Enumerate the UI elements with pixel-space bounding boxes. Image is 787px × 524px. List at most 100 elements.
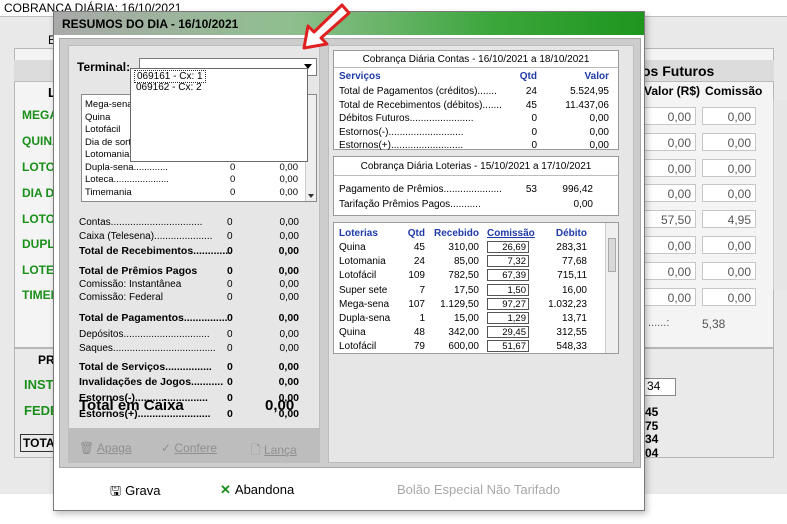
contas-header: Cobrança Diária Contas - 16/10/2021 a 18… (362, 54, 590, 65)
background-comissao-cell[interactable]: 0,00 (702, 236, 756, 254)
background-valor-cell[interactable]: 0,00 (642, 287, 696, 306)
background-total-dots: ......: (648, 317, 670, 329)
background-lower-label: INST (24, 377, 54, 392)
background-total-value: 5,38 (702, 317, 726, 331)
loteria-name: Lotofácil (339, 270, 377, 282)
summary-row: Contas................................. 0… (79, 217, 299, 228)
scroll-down-icon[interactable] (308, 194, 314, 198)
summary-row: Comissão: Instantânea 0 0,00 (79, 279, 299, 290)
background-lower-number: 34 (645, 432, 659, 446)
background-col-valor: Valor (R$) (644, 84, 701, 98)
background-comissao-cell[interactable]: 0,00 (702, 158, 756, 177)
background-valor-cell[interactable]: 0,00 (642, 132, 696, 151)
summary-valor: 0,00 (279, 217, 299, 228)
loteria-comissao-field[interactable]: 97,27 (487, 297, 529, 310)
loteria-comissao-field[interactable]: 67,39 (487, 269, 529, 282)
summary-valor: 0,00 (278, 361, 299, 373)
col-loterias: Loterias (339, 228, 378, 239)
summary-qtd: 0 (227, 392, 233, 404)
pagamento-premios-valor: 996,42 (562, 184, 593, 195)
background-comissao-cell[interactable]: 0,00 (702, 184, 756, 203)
game-list-item[interactable]: Loteca..................... 0 0,00 (85, 174, 310, 186)
loteria-comissao-field[interactable]: 1,50 (487, 283, 529, 296)
summary-qtd: 0 (227, 245, 233, 257)
game-name: Dupla-sena............. (85, 161, 168, 173)
summary-valor: 0,00 (278, 265, 299, 277)
background-valor-cell[interactable]: 0,00 (642, 236, 696, 254)
summary-row: Caixa (Telesena)..................... 0 0,… (79, 231, 299, 242)
trash-icon: 🗑 (79, 441, 95, 455)
apaga-button[interactable]: 🗑 Apaga (79, 441, 132, 455)
contas-row: Total de Recebimentos (débitos)....... 45… (339, 100, 613, 111)
game-name: Lotofácil (85, 124, 121, 135)
loteria-comissao-field[interactable]: 51,67 (487, 340, 529, 353)
loterias-scrollbar[interactable] (605, 223, 618, 353)
loteria-name: Mega-sena (339, 298, 390, 310)
grava-button[interactable]: 🖫 Grava (110, 482, 160, 504)
background-valor-cell[interactable]: 0,00 (642, 107, 696, 125)
background-valor-cell[interactable]: 57,50 (642, 210, 696, 229)
game-qtd: 0 (230, 186, 236, 198)
loteria-comissao-field[interactable]: 26,69 (487, 241, 529, 253)
summary-qtd: 0 (227, 361, 233, 373)
contas-row: Estornos(+).......................... 0 0,… (339, 140, 613, 151)
bolao-especial-label[interactable]: Bolão Especial Não Tarifado (397, 482, 560, 497)
contas-col-valor: Valor (584, 71, 609, 82)
contas-row-valor: 5.524,95 (570, 86, 609, 97)
background-valor-cell[interactable]: 0,00 (642, 158, 696, 177)
background-comissao-cell[interactable]: 0,00 (702, 287, 756, 306)
game-name: Loteca..................... (85, 174, 169, 185)
game-name: Quina (85, 111, 111, 123)
contas-row: Total de Pagamentos (créditos)....... 24 5… (339, 86, 613, 97)
lanca-button[interactable]: 🗋 Lança (251, 441, 297, 462)
summary-qtd: 0 (227, 312, 233, 324)
background-futuros-label: os Futuros (642, 63, 715, 79)
summary-valor: 0,00 (279, 292, 299, 303)
grava-label: Grava (125, 483, 161, 498)
summary-qtd: 0 (227, 408, 233, 420)
check-icon: ✓ (161, 441, 172, 455)
loteria-debito: 1.032,23 (548, 298, 587, 310)
game-list-item[interactable]: Dupla-sena............. 0 0,00 (85, 162, 310, 174)
loteria-name: Quina (339, 327, 366, 339)
loterias-scroll-thumb[interactable] (608, 238, 616, 272)
game-name: Lotomania (85, 149, 130, 160)
confere-button[interactable]: ✓ Confere (161, 441, 217, 455)
summary-label: Comissão: Federal (79, 292, 163, 303)
game-name: Dia de sorte (85, 136, 137, 148)
loteria-comissao-field[interactable]: 7,32 (487, 255, 529, 268)
abandona-button[interactable]: ✕ Abandona (220, 482, 294, 498)
background-scrollbar[interactable] (773, 100, 787, 290)
background-comissao-cell[interactable]: 0,00 (702, 261, 756, 280)
tarifacao-valor: 0,00 (573, 199, 593, 210)
background-lower-box[interactable]: 34 (642, 378, 676, 396)
loteria-comissao-field[interactable]: 1,29 (487, 312, 529, 324)
background-comissao-cell[interactable]: 0,00 (702, 107, 756, 125)
summary-qtd: 0 (227, 292, 233, 303)
background-valor-cell[interactable]: 0,00 (642, 261, 696, 280)
abandona-label: Abandona (234, 482, 295, 497)
game-list-item[interactable]: Timemania 0 0,00 (85, 187, 310, 199)
background-comissao-cell[interactable]: 0,00 (702, 132, 756, 151)
contas-column-header: Serviços Qtd Valor (339, 71, 613, 82)
col-qtd: Qtd (407, 228, 425, 239)
loteria-qtd: 48 (413, 327, 425, 339)
summary-label: Depósitos............................... (79, 329, 210, 340)
background-valor-cell[interactable]: 0,00 (642, 184, 696, 203)
background-comissao-cell[interactable]: 4,95 (702, 210, 756, 229)
lanca-label: Lança (264, 443, 297, 457)
loteria-comissao-field[interactable]: 29,45 (487, 326, 529, 339)
loteria-name: Super sete (339, 284, 388, 296)
loterias-table: Loterias Qtd Recebido Comissão Débito Qu… (333, 222, 619, 354)
save-icon: 🖫 (110, 483, 122, 498)
total-caixa-label: Total em Caixa (79, 397, 184, 414)
game-valor: 0,00 (279, 174, 299, 185)
loterias-header: Cobrança Diária Loterias - 15/10/2021 a … (360, 161, 592, 172)
terminal-option-2[interactable]: 069162 - Cx: 2 (134, 82, 204, 93)
contas-row-qtd: 45 (525, 99, 537, 111)
contas-row-qtd: 0 (531, 140, 537, 151)
terminal-dropdown-list[interactable]: 069161 - Cx: 1 069162 - Cx: 2 (130, 68, 308, 162)
terminal-label: Terminal: (77, 60, 131, 74)
loteria-recebido: 600,00 (448, 341, 479, 353)
loteria-name: Lotomania (339, 256, 386, 268)
